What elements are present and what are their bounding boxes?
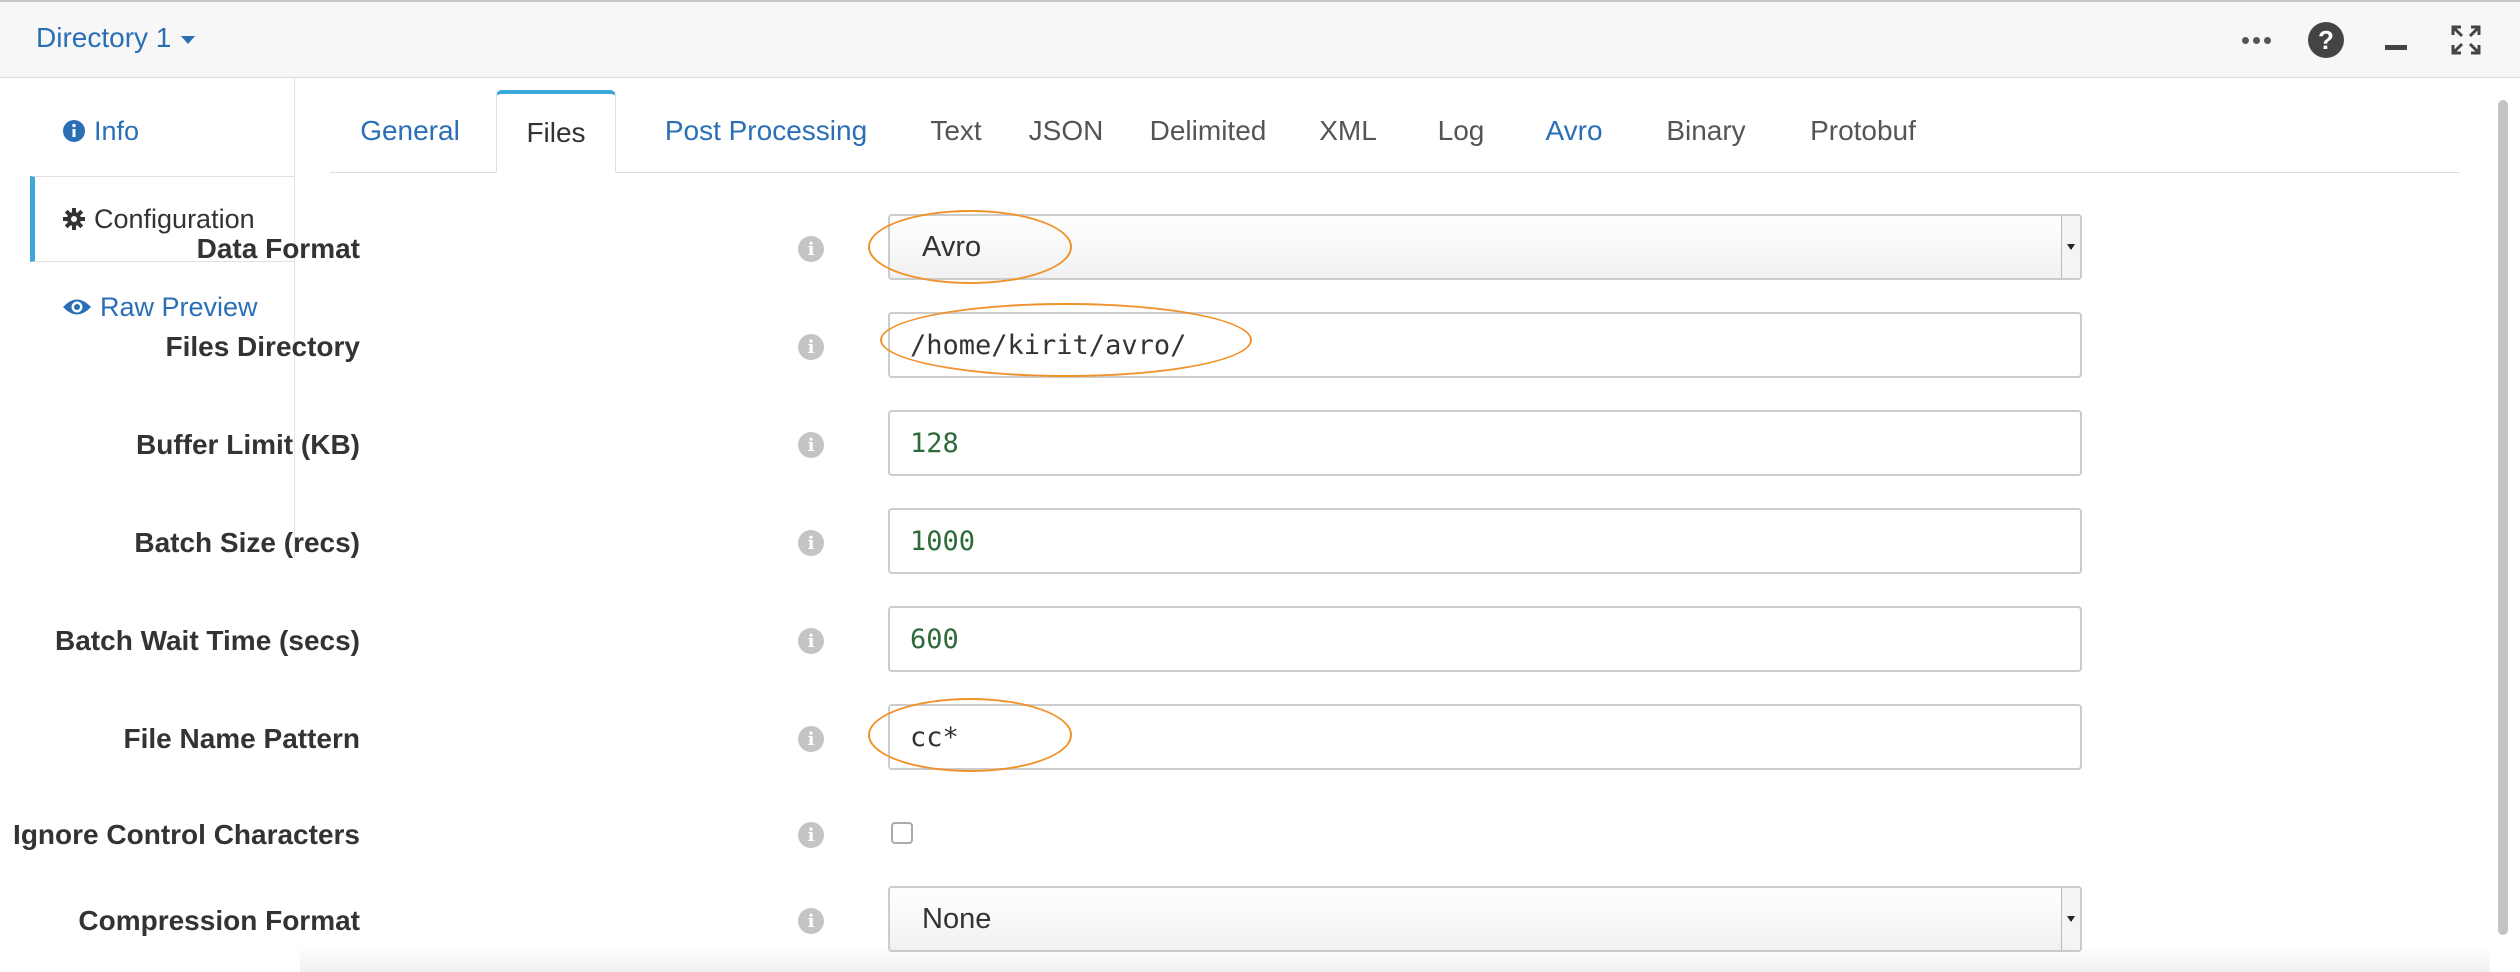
- scrollbar-thumb[interactable]: [2498, 100, 2508, 935]
- buffer-limit-input[interactable]: 128: [888, 410, 2082, 476]
- sidebar-item-info[interactable]: Info: [30, 88, 294, 174]
- field-label: Files Directory: [165, 331, 360, 362]
- form-row-files-directory: Files Directory i /home/kirit/avro/: [0, 312, 2100, 382]
- help-icon[interactable]: ?: [2304, 18, 2348, 62]
- field-label: Batch Wait Time (secs): [55, 625, 360, 656]
- pipeline-stage-dropdown[interactable]: Directory 1: [36, 22, 196, 54]
- sidebar-item-label: Info: [94, 115, 140, 146]
- batch-size-input[interactable]: 1000: [888, 508, 2082, 574]
- tab-general[interactable]: General: [330, 90, 490, 172]
- info-icon[interactable]: i: [798, 334, 824, 360]
- window-controls: ?: [2234, 18, 2488, 62]
- ignore-control-characters-checkbox[interactable]: [891, 822, 913, 844]
- info-icon[interactable]: i: [798, 432, 824, 458]
- form-row-data-format: Data Format i Avro: [0, 214, 2100, 284]
- minimize-icon[interactable]: [2374, 18, 2418, 62]
- compression-format-select[interactable]: None: [888, 886, 2082, 952]
- info-icon[interactable]: i: [798, 530, 824, 556]
- batch-size-value: 1000: [910, 525, 976, 557]
- field-label: Data Format: [196, 233, 360, 264]
- data-format-value: Avro: [922, 230, 982, 263]
- files-directory-value: /home/kirit/avro/: [910, 329, 1187, 361]
- tab-post-processing[interactable]: Post Processing: [626, 90, 906, 172]
- info-icon[interactable]: i: [798, 822, 824, 848]
- field-label: Buffer Limit (KB): [136, 429, 360, 460]
- form-row-buffer-limit: Buffer Limit (KB) i 128: [0, 410, 2100, 480]
- tab-files[interactable]: Files: [496, 90, 616, 173]
- form-row-batch-size: Batch Size (recs) i 1000: [0, 508, 2100, 578]
- tab-delimited[interactable]: Delimited: [1126, 90, 1290, 172]
- file-name-pattern-input[interactable]: cc*: [888, 704, 2082, 770]
- config-tabs: General Files Post Processing Text JSON …: [330, 90, 2460, 173]
- expand-icon[interactable]: [2444, 18, 2488, 62]
- field-label: File Name Pattern: [123, 723, 360, 754]
- chevron-down-icon: [2061, 216, 2080, 278]
- chevron-down-icon: [2061, 888, 2080, 950]
- info-icon[interactable]: i: [798, 236, 824, 262]
- tab-text[interactable]: Text: [906, 90, 1006, 172]
- buffer-limit-value: 128: [910, 427, 959, 459]
- info-icon[interactable]: i: [798, 628, 824, 654]
- info-icon: [62, 119, 86, 143]
- header-bar: Directory 1 ?: [0, 0, 2520, 78]
- field-label: Ignore Control Characters: [13, 819, 360, 850]
- data-format-select[interactable]: Avro: [888, 214, 2082, 280]
- files-directory-input[interactable]: /home/kirit/avro/: [888, 312, 2082, 378]
- form-row-file-name-pattern: File Name Pattern i cc*: [0, 704, 2100, 774]
- tab-log[interactable]: Log: [1406, 90, 1516, 172]
- info-icon[interactable]: i: [798, 908, 824, 934]
- tab-protobuf[interactable]: Protobuf: [1780, 90, 1946, 172]
- tab-binary[interactable]: Binary: [1632, 90, 1780, 172]
- tab-xml[interactable]: XML: [1290, 90, 1406, 172]
- file-name-pattern-value: cc*: [910, 721, 959, 753]
- form-row-ignore-control-characters: Ignore Control Characters i: [0, 800, 2100, 870]
- stage-title: Directory 1: [36, 22, 172, 53]
- info-icon[interactable]: i: [798, 726, 824, 752]
- tab-json[interactable]: JSON: [1006, 90, 1126, 172]
- form-row-batch-wait-time: Batch Wait Time (secs) i 600: [0, 606, 2100, 676]
- tab-avro[interactable]: Avro: [1516, 90, 1632, 172]
- bottom-fade: [300, 946, 2490, 972]
- field-label: Batch Size (recs): [134, 527, 360, 558]
- more-icon[interactable]: [2234, 18, 2278, 62]
- batch-wait-time-value: 600: [910, 623, 959, 655]
- caret-down-icon: [181, 36, 196, 44]
- batch-wait-time-input[interactable]: 600: [888, 606, 2082, 672]
- compression-format-value: None: [922, 902, 992, 935]
